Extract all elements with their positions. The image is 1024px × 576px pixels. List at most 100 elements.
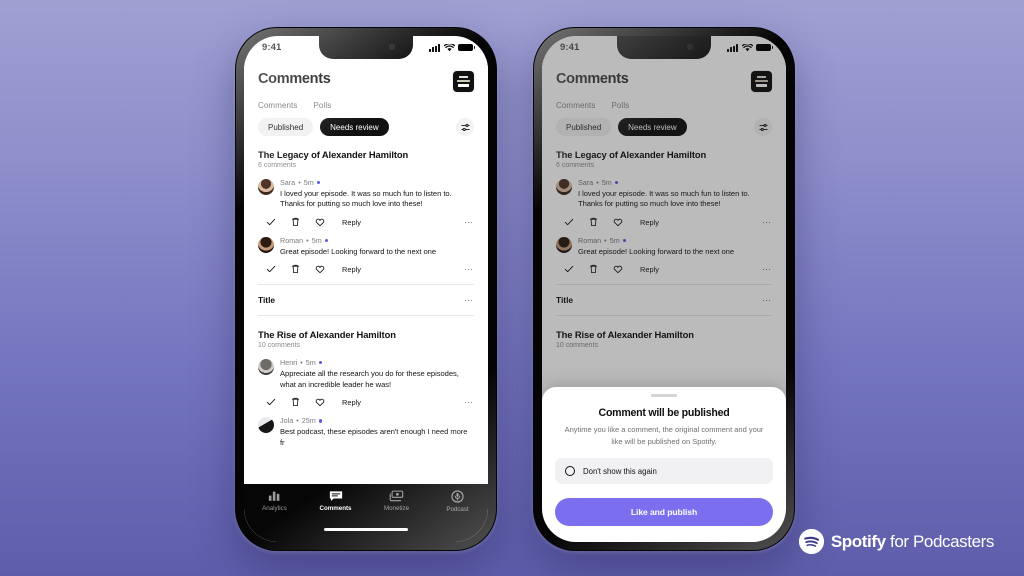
brand-name: Spotify [830,531,886,551]
comment-actions: Reply ⋯ [244,257,488,274]
heart-icon[interactable] [315,264,325,274]
dont-show-again-label: Don't show this again [583,466,657,476]
microphone-broadcast-icon [451,490,464,503]
app-content-left: Comments Comments Polls Published Needs … [244,59,488,542]
sub-tabs: Comments Polls [244,92,488,110]
trash-icon[interactable] [291,217,300,227]
tab-label: Analytics [262,505,287,512]
status-time: 9:41 [262,42,282,53]
home-indicator [244,528,488,542]
tab-label: Comments [319,505,352,512]
episode-title[interactable]: The Legacy of Alexander Hamilton [244,136,488,160]
tab-analytics[interactable]: Analytics [251,490,299,512]
comment-item: Roman • 5m Great episode! Looking forwar… [244,227,488,257]
check-icon[interactable] [266,217,276,227]
comment-author: Sara [280,178,296,187]
tab-monetize[interactable]: Monetize [373,490,421,512]
wifi-icon [443,43,455,51]
spotify-logo-icon [798,529,824,554]
unread-dot-icon [318,361,322,365]
publish-confirmation-sheet: Comment will be published Anytime you li… [542,387,786,542]
comment-text: I loved your episode. It was so much fun… [280,188,452,209]
phone-mockup-left: 9:41 Comments Comments Polls Published N… [235,27,497,551]
filter-sliders-icon[interactable] [456,118,474,136]
like-and-publish-button[interactable]: Like and publish [555,498,773,526]
check-icon[interactable] [266,264,276,274]
unread-dot-icon [318,419,322,423]
ellipsis-icon[interactable]: ⋯ [464,265,474,274]
meta-separator: • [298,178,301,187]
meta-separator: • [296,416,299,426]
spotify-for-podcasters-logo: Spotify for Podcasters [798,529,995,554]
signal-icon [429,44,440,52]
app-header: Comments [244,59,488,92]
trash-icon[interactable] [291,264,300,274]
comment-meta: Roman • 5m [280,236,474,245]
comment-actions: Reply ⋯ [244,210,488,227]
phone-screen-right: 9:41 Comments Comments Polls Published N… [542,36,786,542]
reply-button[interactable]: Reply [342,398,361,407]
bar-chart-icon [268,491,279,501]
reply-button[interactable]: Reply [342,218,361,227]
modal-title: Comment will be published [598,407,730,420]
episode-title[interactable]: The Rise of Alexander Hamilton [244,316,488,340]
page-title: Comments [258,71,331,87]
bottom-tab-bar: Analytics Comments Monetize Podcast [244,484,488,528]
chip-published[interactable]: Published [258,118,314,136]
podcast-cover-art-icon[interactable] [453,71,474,92]
comment-author: Roman [280,236,304,246]
heart-icon[interactable] [315,217,325,227]
ellipsis-icon[interactable]: ⋯ [464,218,474,227]
section-label: Title [258,295,276,306]
status-indicators [429,43,476,52]
tab-polls[interactable]: Polls [313,101,331,110]
comment-time: 5m [303,178,314,187]
checkbox-icon[interactable] [565,466,575,476]
comment-text: Appreciate all the research you do for t… [280,368,459,389]
avatar [258,237,274,254]
comment-meta: Henri • 5m [280,358,474,367]
tab-podcast[interactable]: Podcast [434,490,482,513]
avatar [258,417,274,434]
comment-author: Jola [280,416,294,426]
comment-time: 5m [305,358,316,368]
ellipsis-icon[interactable]: ⋯ [464,398,474,407]
phone-screen-left: 9:41 Comments Comments Polls Published N… [244,36,488,542]
comment-meta: Jola • 25m [280,416,474,425]
comments-scroll-area[interactable]: Comments Comments Polls Published Needs … [244,59,488,484]
sheet-drag-handle[interactable] [651,394,677,398]
phone-mockup-right: 9:41 Comments Comments Polls Published N… [533,27,795,551]
unread-dot-icon [324,238,328,243]
modal-body-text: Anytime you like a comment, the original… [564,425,764,446]
dont-show-again-row[interactable]: Don't show this again [555,458,773,484]
comment-actions: Reply ⋯ [244,390,488,407]
episode-comment-count: 6 comments [258,162,297,169]
speech-bubble-icon [329,491,342,501]
section-header: Title ⋯ [244,285,488,305]
check-icon[interactable] [266,397,276,407]
comment-meta: Sara • 5m [280,178,474,187]
avatar [258,359,274,376]
front-camera-icon [389,44,395,50]
money-icon [389,490,404,502]
ellipsis-icon[interactable]: ⋯ [464,296,474,305]
comment-time: 25m [301,416,316,426]
trash-icon[interactable] [291,397,300,407]
unread-dot-icon [316,180,320,185]
episode-comment-count: 10 comments [258,342,301,350]
chip-needs-review[interactable]: Needs review [320,118,389,136]
comment-text: Best podcast, these episodes aren't enou… [280,426,468,447]
comment-item: Jola • 25m Best podcast, these episodes … [244,407,488,448]
comment-item: Henri • 5m Appreciate all the research y… [244,349,488,390]
comment-author: Henri [280,358,298,368]
reply-button[interactable]: Reply [342,265,361,274]
tab-label: Podcast [446,506,469,513]
tab-label: Monetize [383,505,410,512]
tab-comments[interactable]: Comments [258,101,297,110]
heart-icon[interactable] [315,397,325,407]
comment-item: Sara • 5m I loved your episode. It was s… [244,169,488,210]
tab-comments[interactable]: Comments [312,490,360,512]
logo-wordmark: Spotify for Podcasters [830,531,995,552]
filter-chip-row: Published Needs review [244,110,488,136]
device-notch [319,36,413,59]
